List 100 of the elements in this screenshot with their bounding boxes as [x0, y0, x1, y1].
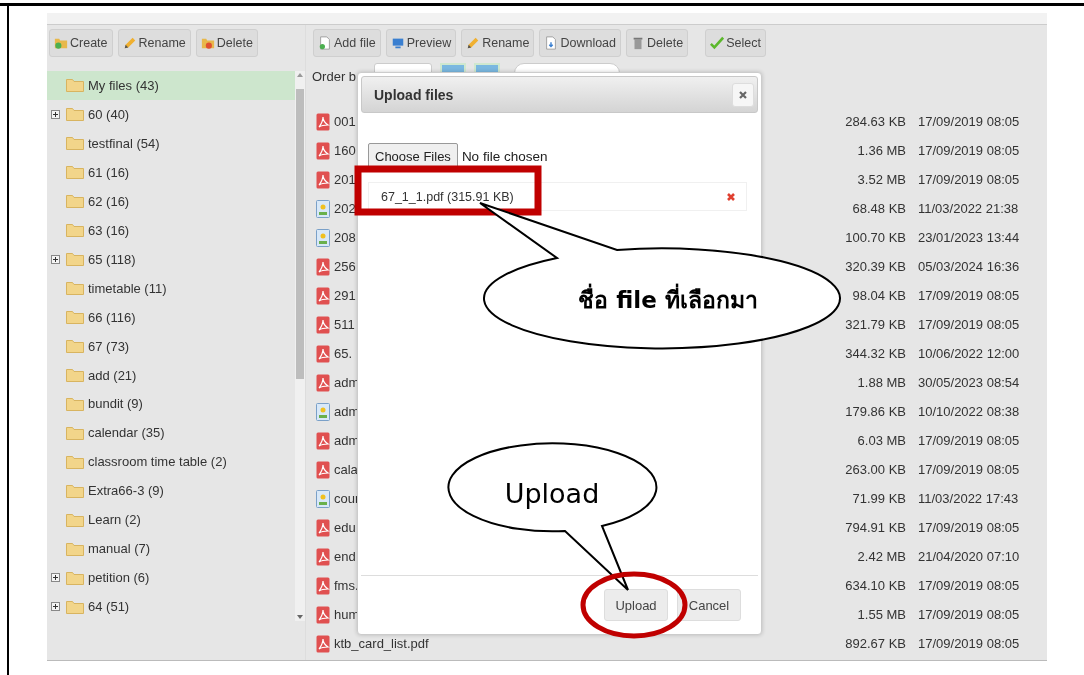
toolbar-button[interactable]: Delete: [195, 29, 258, 57]
toolbar-button[interactable]: Download: [539, 29, 621, 57]
file-date: 17/09/2019 08:05: [918, 172, 1020, 187]
file-size: 179.86 KB: [844, 404, 906, 419]
file-size: 2.42 MB: [856, 549, 906, 564]
pdf-file-icon: [316, 460, 330, 479]
folder-item[interactable]: 62 (16): [47, 186, 295, 216]
queued-file-name: 67_1_1.pdf (315.91 KB): [381, 189, 514, 204]
choose-files-button[interactable]: Choose Files: [368, 143, 458, 169]
folder-add-icon: [54, 36, 68, 50]
file-date: 21/04/2020 07:10: [918, 549, 1020, 564]
file-date: 17/09/2019 08:05: [918, 520, 1020, 535]
file-date: 05/03/2024 16:36: [918, 259, 1020, 274]
pdf-file-icon: [316, 547, 330, 566]
expand-icon[interactable]: [51, 573, 60, 583]
folder-item[interactable]: Learn (2): [47, 505, 295, 535]
dialog-title: Upload files: [374, 86, 454, 103]
file-size: 320.39 KB: [844, 259, 906, 274]
dialog-button[interactable]: Cancel: [677, 589, 741, 621]
folder-item[interactable]: add (21): [47, 360, 295, 390]
folder-item[interactable]: timetable (11): [47, 273, 295, 303]
folder-item[interactable]: 66 (116): [47, 302, 295, 332]
pencil-icon: [122, 36, 137, 50]
toolbar-button[interactable]: Create: [49, 29, 113, 57]
folder-item[interactable]: classroom time table (2): [47, 447, 295, 477]
folder-item[interactable]: manual (7): [47, 534, 295, 564]
folder-item[interactable]: 61 (16): [47, 157, 295, 187]
close-icon[interactable]: [738, 89, 748, 100]
arrow-down-icon[interactable]: [297, 615, 303, 619]
expand-icon[interactable]: [51, 602, 60, 612]
folder-item[interactable]: 67 (73): [47, 331, 295, 361]
file-name[interactable]: ktb_card_list.pdf: [334, 636, 764, 651]
folder-icon: [66, 339, 84, 354]
pdf-file-icon: [316, 605, 330, 624]
folder-item[interactable]: 65 (118): [47, 244, 295, 274]
order-label: Order b: [312, 68, 357, 84]
file-size: 6.03 MB: [856, 433, 906, 448]
folder-item[interactable]: calendar (35): [47, 418, 295, 448]
pdf-file-icon: [316, 373, 330, 392]
file-status: No file chosen: [461, 148, 548, 164]
image-file-icon: [316, 489, 330, 508]
folder-item[interactable]: 60 (40): [47, 99, 295, 129]
folder-item[interactable]: My files (43): [47, 71, 295, 100]
pdf-file-icon: [316, 576, 330, 595]
file-date: 17/09/2019 08:05: [918, 462, 1020, 477]
file-size: 892.67 KB: [844, 636, 906, 651]
remove-icon[interactable]: [726, 191, 736, 202]
folder-item[interactable]: Extra66-3 (9): [47, 476, 295, 506]
file-size: 794.91 KB: [844, 520, 906, 535]
pdf-file-icon: [316, 315, 330, 334]
folder-icon: [66, 78, 84, 93]
toolbar-button[interactable]: Select: [705, 29, 766, 57]
file-date: 17/09/2019 08:05: [918, 636, 1020, 651]
folder-icon: [66, 599, 84, 614]
folder-item[interactable]: petition (6): [47, 563, 295, 593]
expand-icon[interactable]: [51, 109, 60, 119]
pencil-icon: [466, 36, 481, 50]
folder-icon: [66, 512, 84, 527]
pdf-file-icon: [316, 431, 330, 450]
folder-icon: [66, 194, 84, 209]
file-size: 321.79 KB: [844, 317, 906, 332]
folder-icon: [66, 252, 84, 267]
file-size: 284.63 KB: [844, 114, 906, 129]
close-button[interactable]: [732, 82, 754, 107]
scrollbar[interactable]: [295, 71, 305, 621]
folder-icon: [66, 570, 84, 585]
file-date: 17/09/2019 08:05: [918, 317, 1020, 332]
pdf-file-icon: [316, 634, 330, 653]
dialog-button[interactable]: Upload: [604, 589, 668, 621]
file-add-icon: [318, 36, 332, 50]
file-size: 1.88 MB: [856, 375, 906, 390]
folder-item[interactable]: testfinal (54): [47, 128, 295, 158]
folder-item[interactable]: bundit (9): [47, 389, 295, 419]
toolbar-button[interactable]: Preview: [385, 29, 457, 57]
expand-icon[interactable]: [51, 254, 60, 264]
file-date: 11/03/2022 17:43: [918, 491, 1019, 506]
file-date: 17/09/2019 08:05: [918, 578, 1020, 593]
toolbar-button[interactable]: Delete: [626, 29, 689, 57]
folder-icon: [66, 396, 84, 411]
toolbar-button[interactable]: Add file: [313, 29, 381, 57]
file-date: 17/09/2019 08:05: [918, 143, 1020, 158]
pdf-file-icon: [316, 141, 330, 160]
folder-icon: [66, 281, 84, 296]
file-date: 10/06/2022 12:00: [918, 346, 1020, 361]
check-icon: [710, 36, 725, 50]
folder-icon: [66, 541, 84, 556]
folder-icon: [66, 223, 84, 238]
toolbar-button[interactable]: Rename: [461, 29, 535, 57]
folder-icon: [66, 136, 84, 151]
file-size: 100.70 KB: [844, 230, 906, 245]
image-file-icon: [316, 199, 330, 218]
pdf-file-icon: [316, 257, 330, 276]
pdf-file-icon: [316, 112, 330, 131]
folder-item[interactable]: 64 (51): [47, 592, 295, 622]
file-size: 68.48 KB: [851, 201, 906, 216]
file-size: 263.00 KB: [844, 462, 906, 477]
folder-item[interactable]: 63 (16): [47, 215, 295, 245]
toolbar-button[interactable]: Rename: [117, 29, 191, 57]
file-date: 17/09/2019 08:05: [918, 433, 1020, 448]
trash-icon: [631, 36, 645, 50]
